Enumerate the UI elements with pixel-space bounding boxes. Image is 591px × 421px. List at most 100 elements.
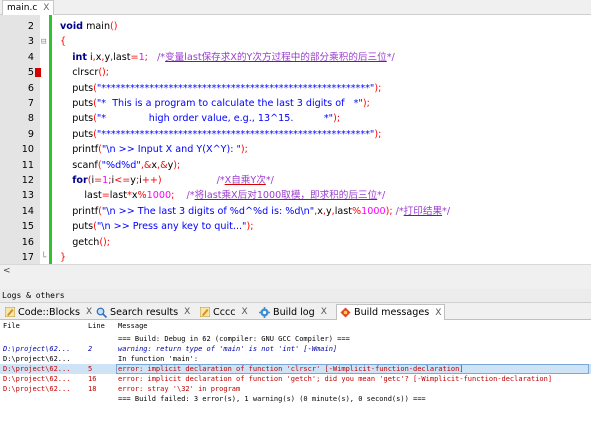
column-header-message[interactable]: Message bbox=[118, 322, 148, 330]
code-text: clrscr(); bbox=[60, 67, 110, 79]
code-line[interactable]: 12 for(i=1;i<=y;i++) /*X自乘Y次*/ bbox=[0, 173, 591, 189]
editor-tab-main-c[interactable]: main.c X bbox=[2, 0, 55, 15]
code-line[interactable]: 11 scanf("%d%d",&x,&y); bbox=[0, 158, 591, 174]
code-line[interactable]: 4 int i,x,y,last=1; /*变量last保存求X的Y次方过程中的… bbox=[0, 50, 591, 66]
code-text: puts("**********************************… bbox=[60, 82, 382, 94]
message-text: === Build failed: 3 error(s), 1 warning(… bbox=[118, 395, 426, 403]
line-number[interactable]: 17 bbox=[0, 250, 34, 264]
line-number[interactable]: 9 bbox=[0, 127, 34, 143]
message-row[interactable]: === Build failed: 3 error(s), 1 warning(… bbox=[0, 394, 591, 404]
close-icon[interactable]: X bbox=[86, 307, 92, 317]
message-text: error: stray '\32' in program bbox=[118, 385, 241, 393]
pencil-icon bbox=[5, 307, 15, 317]
code-line[interactable]: 7 puts("* This is a program to calculate… bbox=[0, 96, 591, 112]
code-line[interactable]: 2 void main() bbox=[0, 19, 591, 35]
line-number[interactable]: 7 bbox=[0, 96, 34, 112]
message-text: error: implicit declaration of function … bbox=[118, 375, 553, 383]
message-line: 18 bbox=[88, 385, 97, 393]
tab-build-log[interactable]: Build log X bbox=[256, 304, 330, 320]
column-header-line[interactable]: Line bbox=[88, 322, 105, 330]
code-line[interactable]: 10 printf("\n >> Input X and Y(X^Y): "); bbox=[0, 142, 591, 158]
code-text: printf("\n >> The last 3 digits of %d^%d… bbox=[60, 205, 451, 217]
line-number[interactable]: 14 bbox=[0, 204, 34, 220]
tab-label: Code::Blocks bbox=[18, 306, 80, 318]
message-file: D:\project\62... bbox=[3, 365, 71, 373]
pencil-icon bbox=[200, 307, 210, 317]
code-editor[interactable]: 2 void main() 3 ⊟ {4 int i,x,y,last=1; /*变量l… bbox=[0, 15, 591, 264]
tab-build-messages[interactable]: Build messages X bbox=[336, 304, 446, 320]
tab-label: Build messages bbox=[354, 307, 430, 318]
close-icon[interactable]: X bbox=[435, 308, 441, 318]
line-number[interactable]: 12 bbox=[0, 173, 34, 189]
message-text: === Build: Debug in 62 (compiler: GNU GC… bbox=[118, 335, 350, 343]
code-line[interactable]: 17 └} bbox=[0, 250, 591, 264]
line-number[interactable]: 5 bbox=[0, 65, 34, 81]
search-icon bbox=[96, 307, 107, 318]
line-number[interactable]: 16 bbox=[0, 235, 34, 251]
tab-search-results[interactable]: Search results X bbox=[93, 304, 193, 320]
code-line[interactable]: 15 puts("\n >> Press any key to quit..."… bbox=[0, 219, 591, 235]
code-text: puts("* This is a program to calculate t… bbox=[60, 98, 370, 109]
code-text: last=last*x%1000; /*将last乘X后对1000取模，即求积的… bbox=[60, 190, 386, 202]
breakpoint-marker[interactable] bbox=[35, 68, 41, 78]
close-icon[interactable]: X bbox=[184, 307, 190, 317]
message-row[interactable]: === Build: Debug in 62 (compiler: GNU GC… bbox=[0, 334, 591, 344]
horizontal-scrollbar[interactable]: < bbox=[0, 264, 591, 277]
code-line[interactable]: 9 puts("********************************… bbox=[0, 127, 591, 143]
tab-cccc[interactable]: Cccc X bbox=[197, 304, 251, 320]
message-line: 16 bbox=[88, 375, 97, 383]
panel-splitter[interactable] bbox=[0, 277, 591, 289]
code-line[interactable]: 3 ⊟ { bbox=[0, 34, 591, 50]
code-text: { bbox=[60, 36, 67, 48]
line-number[interactable]: 4 bbox=[0, 50, 34, 66]
line-number[interactable]: 8 bbox=[0, 111, 34, 127]
editor-tab-label: main.c bbox=[7, 3, 38, 13]
message-file: D:\project\62... bbox=[3, 345, 71, 353]
build-messages-icon bbox=[340, 307, 351, 318]
fold-marker-icon[interactable]: ⊟ bbox=[41, 34, 46, 50]
tab-label: Search results bbox=[110, 306, 179, 318]
message-row[interactable]: D:\project\62... 16 error: implicit declar… bbox=[0, 374, 591, 384]
close-icon[interactable]: X bbox=[242, 307, 248, 317]
message-text: In function 'main': bbox=[118, 355, 199, 363]
close-icon[interactable]: X bbox=[43, 1, 49, 15]
code-text: printf("\n >> Input X and Y(X^Y): "); bbox=[60, 144, 248, 156]
code-text: } bbox=[60, 252, 67, 263]
message-text: warning: return type of 'main' is not 'i… bbox=[118, 345, 338, 353]
code-line[interactable]: 13 last=last*x%1000; /*将last乘X后对1000取模，即… bbox=[0, 188, 591, 204]
message-file: D:\project\62... bbox=[3, 375, 71, 383]
code-text: for(i=1;i<=y;i++) /*X自乘Y次*/ bbox=[72, 175, 274, 186]
code-line[interactable]: 14 printf("\n >> The last 3 digits of %d… bbox=[0, 204, 591, 220]
code-line[interactable]: 6 puts("********************************… bbox=[0, 81, 591, 97]
line-number[interactable]: 11 bbox=[0, 158, 34, 174]
line-number[interactable]: 15 bbox=[0, 219, 34, 235]
message-row[interactable]: D:\project\62... In function 'main': bbox=[0, 354, 591, 364]
line-number[interactable]: 3 bbox=[0, 34, 34, 50]
build-messages-list[interactable]: File Line Message === Build: Debug in 62… bbox=[0, 320, 591, 421]
code-line[interactable]: 16 getch(); bbox=[0, 235, 591, 251]
close-icon[interactable]: X bbox=[321, 307, 327, 317]
line-number[interactable]: 13 bbox=[0, 188, 34, 204]
messages-header: File Line Message bbox=[0, 322, 591, 334]
code-text: int i,x,y,last=1; /*变量last保存求X的Y次方过程中的部分… bbox=[72, 51, 395, 63]
line-number[interactable]: 2 bbox=[0, 19, 34, 35]
scroll-left-icon[interactable]: < bbox=[3, 265, 11, 277]
message-row[interactable]: D:\project\62... 5 error: implicit declara… bbox=[0, 364, 591, 374]
code-text: puts("* high order value, e.g., 13^15. *… bbox=[60, 113, 341, 125]
tab-label: Build log bbox=[273, 306, 315, 318]
message-row[interactable]: D:\project\62... 2 warning: return type of… bbox=[0, 344, 591, 354]
code-text: void main() bbox=[60, 21, 118, 32]
message-text: error: implicit declaration of function … bbox=[118, 365, 464, 373]
message-row[interactable]: D:\project\62... 18 error: stray '\32' in … bbox=[0, 384, 591, 394]
code-text: getch(); bbox=[60, 236, 111, 248]
column-header-file[interactable]: File bbox=[3, 322, 20, 330]
code-line[interactable]: 8 puts("* high order value, e.g., 13^15.… bbox=[0, 111, 591, 127]
fold-marker-icon[interactable]: └ bbox=[41, 250, 46, 264]
line-number[interactable]: 6 bbox=[0, 81, 34, 97]
code-line[interactable]: 5 clrscr(); bbox=[0, 65, 591, 81]
line-number[interactable]: 10 bbox=[0, 142, 34, 158]
tab-code-blocks[interactable]: Code::Blocks X bbox=[2, 304, 95, 320]
message-file: D:\project\62... bbox=[3, 385, 71, 393]
gear-icon bbox=[259, 306, 270, 318]
logs-panel-title: Logs & others bbox=[0, 289, 591, 303]
